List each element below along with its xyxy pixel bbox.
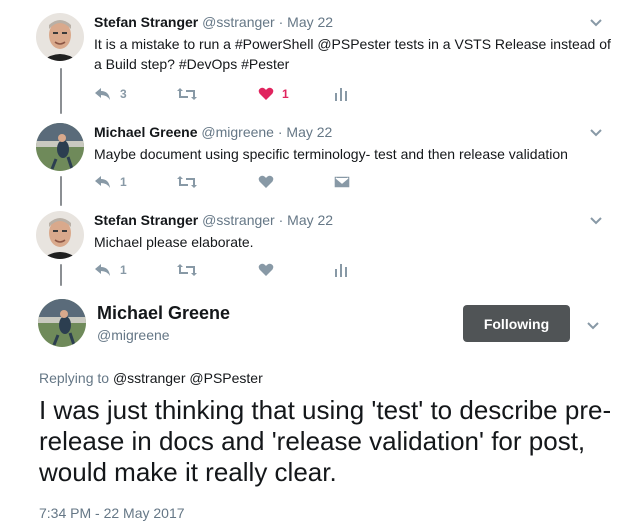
direct-message-button[interactable]: [334, 172, 350, 192]
more-options-icon[interactable]: [589, 213, 603, 225]
reply-icon: [94, 263, 112, 277]
retweet-button[interactable]: [176, 260, 198, 280]
retweet-icon: [176, 175, 198, 189]
reply-count: 1: [120, 175, 127, 189]
avatar[interactable]: [36, 13, 84, 61]
direct-message-icon: [334, 175, 350, 189]
tweet-header: Michael Greene @migreene · May 22: [94, 123, 332, 141]
more-options-icon[interactable]: [589, 125, 603, 137]
replying-to: Replying to @sstranger @PSPester: [39, 369, 263, 387]
avatar[interactable]: [38, 299, 86, 347]
analytics-button[interactable]: [335, 260, 347, 280]
avatar[interactable]: [36, 123, 84, 171]
tweet-text: Maybe document using specific terminolog…: [94, 146, 568, 162]
tweet-text: It is a mistake to run a #PowerShell @PS…: [94, 36, 611, 72]
reply-button[interactable]: 3: [94, 84, 127, 104]
reply-icon: [94, 87, 112, 101]
author-handle[interactable]: @sstranger: [202, 14, 275, 30]
avatar[interactable]: [36, 211, 84, 259]
author-handle[interactable]: @migreene: [97, 326, 170, 344]
author-handle[interactable]: @migreene: [201, 124, 274, 140]
heart-icon: [258, 263, 274, 277]
analytics-icon: [335, 87, 347, 101]
separator: ·: [278, 14, 284, 30]
tweet-time[interactable]: May 22: [287, 14, 333, 30]
thread-line: [60, 176, 62, 206]
more-options-icon[interactable]: [586, 318, 600, 330]
tweet-header: Stefan Stranger @sstranger · May 22: [94, 13, 333, 31]
author-name[interactable]: Stefan Stranger: [94, 212, 198, 228]
author-name[interactable]: Stefan Stranger: [94, 14, 198, 30]
like-count: 1: [282, 87, 289, 101]
replying-handles[interactable]: @sstranger @PSPester: [113, 370, 263, 386]
analytics-icon: [335, 263, 347, 277]
retweet-icon: [176, 87, 198, 101]
reply-icon: [94, 175, 112, 189]
tweet-timestamp[interactable]: 7:34 PM - 22 May 2017: [39, 504, 185, 522]
like-button[interactable]: 1: [258, 84, 289, 104]
heart-icon: [258, 175, 274, 189]
following-button[interactable]: Following: [463, 305, 570, 342]
author-handle[interactable]: @sstranger: [202, 212, 275, 228]
separator: ·: [277, 124, 283, 140]
analytics-button[interactable]: [335, 84, 347, 104]
tweet-time[interactable]: May 22: [286, 124, 332, 140]
heart-icon: [258, 87, 274, 101]
reply-count: 1: [120, 263, 127, 277]
tweet-time[interactable]: May 22: [287, 212, 333, 228]
reply-button[interactable]: 1: [94, 172, 127, 192]
tweet-text: I was just thinking that using 'test' to…: [39, 395, 612, 487]
author-name[interactable]: Michael Greene: [97, 302, 230, 324]
reply-count: 3: [120, 87, 127, 101]
separator: ·: [278, 212, 284, 228]
thread-line: [60, 68, 62, 114]
tweet-header: Stefan Stranger @sstranger · May 22: [94, 211, 333, 229]
like-button[interactable]: [258, 172, 274, 192]
reply-button[interactable]: 1: [94, 260, 127, 280]
retweet-icon: [176, 263, 198, 277]
tweet-text: Michael please elaborate.: [94, 234, 254, 250]
more-options-icon[interactable]: [589, 15, 603, 27]
retweet-button[interactable]: [176, 172, 198, 192]
retweet-button[interactable]: [176, 84, 198, 104]
thread-line: [60, 264, 62, 286]
like-button[interactable]: [258, 260, 274, 280]
replying-prefix: Replying to: [39, 370, 110, 386]
author-name[interactable]: Michael Greene: [94, 124, 198, 140]
